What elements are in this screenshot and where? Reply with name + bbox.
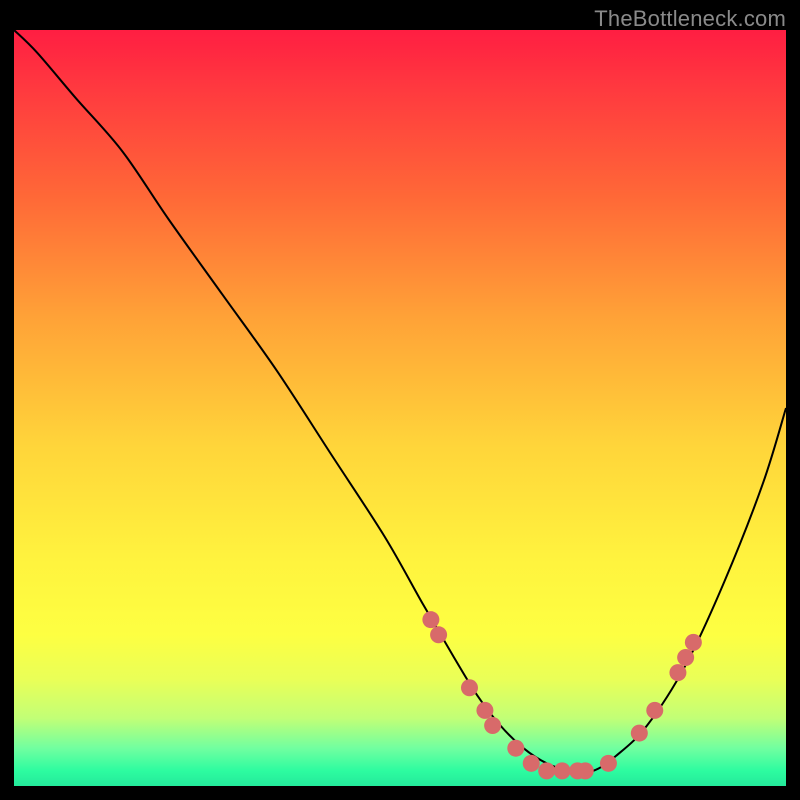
marker-dot [669,664,686,681]
watermark-text: TheBottleneck.com [594,6,786,32]
marker-dot [631,725,648,742]
marker-dot [523,755,540,772]
marker-dot [600,755,617,772]
marker-dot [422,611,439,628]
marker-dot [538,762,555,779]
marker-dot [677,649,694,666]
marker-dot [507,740,524,757]
marker-dot [461,679,478,696]
marker-dot [484,717,501,734]
marker-dot [685,634,702,651]
marker-dot [646,702,663,719]
curve-markers [422,611,701,779]
marker-dot [577,762,594,779]
marker-dot [476,702,493,719]
marker-dot [430,626,447,643]
chart-svg [14,30,786,786]
marker-dot [554,762,571,779]
bottleneck-curve [14,30,786,772]
